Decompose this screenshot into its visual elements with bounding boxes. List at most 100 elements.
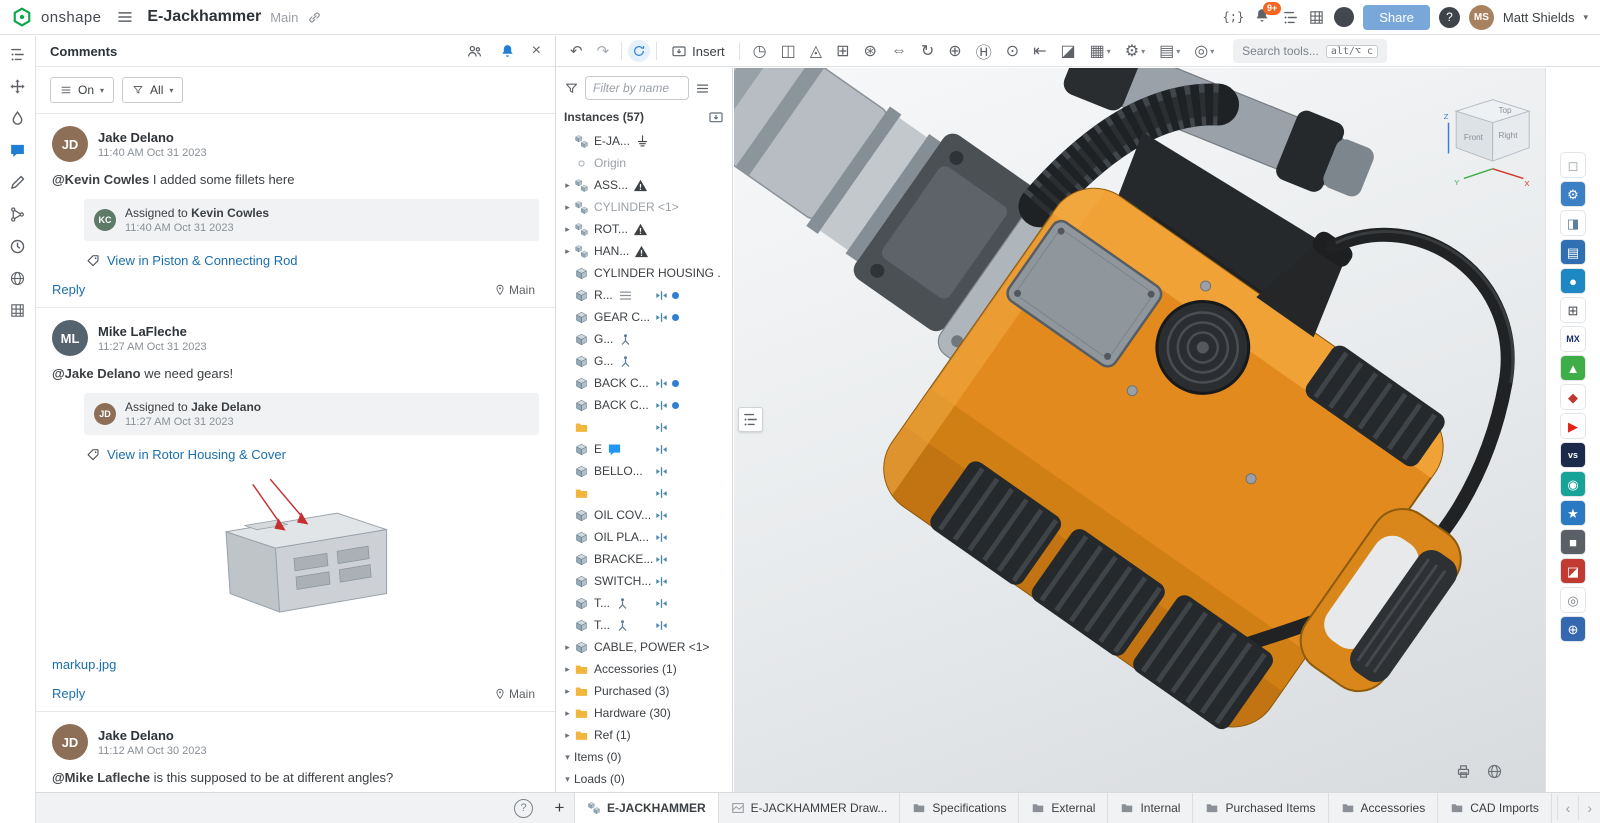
user-avatar[interactable]: MS	[1469, 5, 1494, 30]
app-shortcut-icon[interactable]: ◻	[1560, 152, 1586, 178]
expand-arrow-icon[interactable]: ▸	[561, 708, 574, 719]
undo-icon[interactable]: ↶	[564, 42, 589, 60]
instance-row[interactable]: BACK C...	[556, 372, 732, 394]
new-tab-button[interactable]: +	[545, 793, 575, 823]
expand-arrow-icon[interactable]: ▸	[561, 664, 574, 675]
display-options-icon[interactable]: ▦ ▾	[1083, 38, 1118, 64]
section-view-icon[interactable]: ◪	[1054, 38, 1083, 64]
expand-arrow-icon[interactable]: ▸	[561, 642, 574, 653]
help-icon[interactable]: ?	[514, 799, 533, 818]
update-references-icon[interactable]	[628, 40, 650, 62]
instance-row[interactable]: T...	[556, 614, 732, 636]
configurations-panel-icon[interactable]	[6, 74, 30, 98]
app-shortcut-icon[interactable]: ★	[1560, 500, 1586, 526]
app-shortcut-icon[interactable]: MX	[1560, 326, 1586, 352]
instance-row[interactable]: ▸ CYLINDER <1>	[556, 196, 732, 218]
view-cube-front-label[interactable]: Front	[1464, 133, 1484, 142]
app-store-icon[interactable]	[1308, 9, 1325, 26]
help-icon[interactable]: ?	[1439, 7, 1460, 28]
document-tab[interactable]: Purchased Items	[1193, 793, 1328, 823]
instance-row[interactable]: R...	[556, 284, 732, 306]
group-icon[interactable]: ◫	[774, 38, 803, 64]
instance-row[interactable]: CYLINDER HOUSING ...	[556, 262, 732, 284]
tables-panel-icon[interactable]	[6, 298, 30, 322]
tab-scroll-right-icon[interactable]: ›	[1578, 796, 1600, 820]
instance-row[interactable]	[556, 482, 732, 504]
expand-arrow-icon[interactable]: ▸	[561, 202, 574, 213]
instance-row[interactable]: ▸ Purchased (3)	[556, 680, 732, 702]
measure-icon[interactable]: ⇤	[1026, 38, 1053, 64]
comment-card[interactable]: JD Jake Delano 11:12 AM Oct 30 2023 @Mik…	[36, 712, 555, 792]
notifications-bell-icon[interactable]: 9+	[1253, 7, 1273, 27]
explore-icon[interactable]: ◎ ▾	[1187, 38, 1221, 64]
feature-script-icon[interactable]: {;}	[1223, 10, 1245, 24]
app-shortcut-icon[interactable]: ⊕	[1560, 616, 1586, 642]
globe-icon[interactable]	[1486, 763, 1503, 780]
instance-row[interactable]: GEAR C...	[556, 306, 732, 328]
search-tools-input[interactable]: Search tools... alt/⌥ c	[1233, 39, 1387, 63]
close-icon[interactable]: ×	[532, 43, 541, 59]
instance-row[interactable]: BRACKE...	[556, 548, 732, 570]
document-tab[interactable]: Specifications	[900, 793, 1019, 823]
expand-arrow-icon[interactable]: ▸	[561, 730, 574, 741]
document-tab[interactable]: Internal	[1108, 793, 1193, 823]
view-cube-top-label[interactable]: Top	[1498, 106, 1512, 115]
reference-manager-icon[interactable]	[1282, 9, 1299, 26]
tab-scroll-left-icon[interactable]: ‹	[1557, 796, 1579, 820]
app-shortcut-icon[interactable]: ◎	[1560, 587, 1586, 613]
instance-row[interactable]: BELLO...	[556, 460, 732, 482]
comment-context-link[interactable]: View in Rotor Housing & Cover	[86, 447, 539, 462]
learning-center-icon[interactable]	[1334, 7, 1354, 27]
comments-filter-dropdown[interactable]: All ▾	[122, 77, 183, 103]
snapshot-icon[interactable]: ⊙	[999, 38, 1026, 64]
print-icon[interactable]	[1455, 763, 1472, 780]
instance-row[interactable]: ▸ CABLE, POWER <1>	[556, 636, 732, 658]
app-shortcut-icon[interactable]: ▤	[1560, 239, 1586, 265]
mate-connector-icon[interactable]: ◬	[803, 38, 829, 64]
instance-row[interactable]: T...	[556, 592, 732, 614]
comment-context-link[interactable]: View in Piston & Connecting Rod	[86, 253, 539, 268]
document-tab[interactable]: E-JACKHAMMER	[575, 793, 719, 823]
assembly-features-icon[interactable]: ⚙ ▾	[1118, 38, 1152, 64]
comments-panel-icon[interactable]	[6, 138, 30, 162]
mate-icon[interactable]: ◷	[746, 38, 774, 64]
render-panel-icon[interactable]	[6, 266, 30, 290]
instance-row[interactable]: G...	[556, 328, 732, 350]
expand-arrow-icon[interactable]: ▸	[561, 246, 574, 257]
instance-row[interactable]: ▸ Ref (1)	[556, 724, 732, 746]
app-shortcut-icon[interactable]: ◪	[1560, 558, 1586, 584]
instance-row[interactable]: OIL COV...	[556, 504, 732, 526]
tables-icon[interactable]: ▤ ▾	[1152, 38, 1187, 64]
app-shortcut-icon[interactable]: ●	[1560, 268, 1586, 294]
history-panel-icon[interactable]	[6, 234, 30, 258]
app-shortcut-icon[interactable]: ◨	[1560, 210, 1586, 236]
appearance-panel-icon[interactable]	[6, 106, 30, 130]
app-shortcut-icon[interactable]: ⚙	[1560, 181, 1586, 207]
app-shortcut-icon[interactable]: ◆	[1560, 384, 1586, 410]
filter-by-name-input[interactable]	[585, 76, 689, 100]
instance-row[interactable]: SWITCH...	[556, 570, 732, 592]
named-positions-icon[interactable]: Ⓗ	[969, 38, 999, 64]
instance-row[interactable]: ▸ ROT...	[556, 218, 732, 240]
expand-arrow-icon[interactable]: ▾	[561, 774, 574, 785]
app-shortcut-icon[interactable]: ■	[1560, 529, 1586, 555]
transform-icon[interactable]: ⇔	[884, 38, 914, 64]
instance-row[interactable]: G...	[556, 350, 732, 372]
reply-link[interactable]: Reply	[52, 282, 85, 297]
app-shortcut-icon[interactable]: ▶	[1560, 413, 1586, 439]
instance-row[interactable]: ▸ Accessories (1)	[556, 658, 732, 680]
workspace-name[interactable]: Main	[270, 10, 298, 25]
main-menu-icon[interactable]	[116, 8, 134, 26]
expand-arrow-icon[interactable]: ▸	[561, 224, 574, 235]
circular-pattern-icon[interactable]: ⊛	[856, 38, 883, 64]
share-button[interactable]: Share	[1363, 5, 1430, 30]
view-cube[interactable]: Top Front Right Z X Y	[1437, 92, 1533, 188]
funnel-icon[interactable]	[564, 81, 579, 96]
insert-button[interactable]: Insert	[663, 43, 733, 59]
markup-image[interactable]	[171, 472, 421, 647]
instance-row[interactable]: ▸ Hardware (30)	[556, 702, 732, 724]
app-shortcut-icon[interactable]: vs	[1560, 442, 1586, 468]
user-menu-caret-icon[interactable]: ▾	[1583, 12, 1588, 23]
outline-panel-icon[interactable]	[6, 42, 30, 66]
expand-arrow-icon[interactable]: ▸	[561, 180, 574, 191]
